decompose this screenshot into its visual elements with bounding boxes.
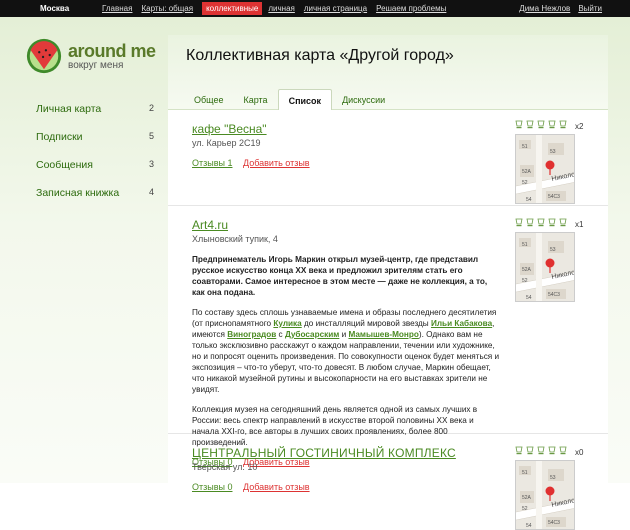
svg-text:53: 53 (550, 149, 556, 155)
svg-text:51: 51 (522, 144, 528, 150)
svg-text:52: 52 (522, 506, 528, 512)
page-title: Коллективная карта «Другой город» (186, 47, 454, 64)
list-item: ЦЕНТРАЛЬНЫЙ ГОСТИНИЧНЫЙ КОМПЛЕКС Тверска… (168, 434, 608, 530)
nav-link-solve-problems[interactable]: Решаем проблемы (376, 4, 446, 13)
add-review-link[interactable]: Добавить отзыв (243, 158, 310, 168)
rating-count: x2 (575, 121, 584, 131)
logo[interactable]: around me вокруг меня (25, 37, 156, 75)
sidebar-item-label: Личная карта (36, 103, 102, 115)
rating-cup-icon[interactable] (515, 446, 523, 455)
svg-text:52: 52 (522, 180, 528, 186)
reviews-link[interactable]: Отзывы 1 (192, 158, 232, 168)
svg-text:52A: 52A (522, 267, 532, 273)
rating-count: x0 (575, 447, 584, 457)
svg-text:54C3: 54C3 (548, 194, 560, 200)
rating-cup-icon[interactable] (537, 120, 545, 129)
tab-list[interactable]: Список (277, 89, 333, 110)
rating-cup-icon[interactable] (515, 120, 523, 129)
list-item: Art4.ru Хлыновский тупик, 4 Предпринемат… (168, 206, 608, 467)
artist-link[interactable]: Ильи Кабакова (431, 319, 492, 328)
top-navbar: Москва Главная Карты: общая коллективные… (0, 0, 630, 17)
tab-discussions[interactable]: Дискуссии (332, 89, 395, 110)
rating-count: x1 (575, 219, 584, 229)
sidebar-item-subscriptions[interactable]: Подписки 5 (36, 131, 154, 159)
logout-link[interactable]: Выйти (578, 4, 602, 13)
sidebar-item-label: Подписки (36, 131, 83, 143)
map-image: Николоям5152A525354 54C3 (516, 233, 574, 301)
svg-text:52: 52 (522, 278, 528, 284)
rating: x1 (515, 218, 591, 230)
main-panel: Коллективная карта «Другой город» Общее … (168, 35, 608, 530)
rating-cup-icon[interactable] (559, 218, 567, 227)
rating-cups (515, 446, 570, 458)
watermelon-logo-icon (26, 38, 62, 74)
rating-cup-icon[interactable] (526, 218, 534, 227)
svg-text:52A: 52A (522, 169, 532, 175)
rating-cup-icon[interactable] (526, 446, 534, 455)
rating-cup-icon[interactable] (559, 120, 567, 129)
rating-cup-icon[interactable] (559, 446, 567, 455)
sidebar-item-messages[interactable]: Сообщения 3 (36, 159, 154, 187)
nav-link-maps-common[interactable]: Карты: общая (141, 4, 193, 13)
rating-cup-icon[interactable] (526, 120, 534, 129)
sidebar-item-count: 2 (148, 103, 154, 113)
svg-text:54: 54 (526, 295, 532, 301)
rating-cup-icon[interactable] (548, 120, 556, 129)
description-intro: Предпринематель Игорь Маркин открыл музе… (192, 255, 488, 297)
place-description: Предпринематель Игорь Маркин открыл музе… (192, 254, 502, 448)
rating-cup-icon[interactable] (537, 218, 545, 227)
map-thumbnail[interactable]: Николоям 51 52A 52 53 54 54C3 (515, 134, 575, 204)
svg-text:53: 53 (550, 475, 556, 481)
user-name-link[interactable]: Дима Нежлов (519, 4, 570, 13)
svg-text:54C3: 54C3 (548, 292, 560, 298)
nav-link-personal[interactable]: личная (268, 4, 295, 13)
svg-text:52A: 52A (522, 495, 532, 501)
artist-link[interactable]: Дубосарским (285, 330, 339, 339)
artist-link[interactable]: Виноградов (227, 330, 276, 339)
sidebar-item-count: 5 (148, 131, 154, 141)
rating-cup-icon[interactable] (537, 446, 545, 455)
description-paragraph: По составу здесь сплошь узнаваемые имена… (192, 308, 500, 394)
rating-cup-icon[interactable] (515, 218, 523, 227)
svg-text:51: 51 (522, 242, 528, 248)
list-item: кафе "Весна" ул. Карьер 2С19 Отзывы 1 До… (168, 110, 608, 206)
nav-link-home[interactable]: Главная (102, 4, 132, 13)
rating: x2 (515, 120, 591, 132)
artist-link[interactable]: Мамышев-Монро (348, 330, 418, 339)
nav-link-personal-page[interactable]: личная страница (304, 4, 367, 13)
tabs: Общее Карта Список Дискуссии (184, 89, 395, 110)
map-thumbnail[interactable]: Николоям 51 52A 52 53 54 54C3 (515, 232, 575, 302)
tab-map[interactable]: Карта (233, 89, 277, 110)
rating-cup-icon[interactable] (548, 446, 556, 455)
svg-text:54C3: 54C3 (548, 520, 560, 526)
side-menu: Личная карта 2 Подписки 5 Сообщения 3 За… (36, 103, 154, 215)
rating-cups (515, 218, 570, 230)
city-label: Москва (40, 4, 70, 13)
svg-text:54: 54 (526, 523, 532, 529)
sidebar-item-label: Записная книжка (36, 187, 120, 199)
sidebar-item-notebook[interactable]: Записная книжка 4 (36, 187, 154, 215)
svg-text:54: 54 (526, 197, 532, 203)
reviews-link[interactable]: Отзывы 0 (192, 482, 232, 492)
svg-text:53: 53 (550, 247, 556, 253)
sidebar-item-count: 4 (148, 187, 154, 197)
map-image: Николоям5152A525354 54C3 (516, 135, 574, 203)
rating-cups (515, 120, 570, 132)
sidebar-item-label: Сообщения (36, 159, 93, 171)
sidebar: around me вокруг меня Личная карта 2 Под… (0, 17, 168, 483)
sidebar-item-count: 3 (148, 159, 154, 169)
logo-name: around me (68, 41, 156, 61)
rating: x0 (515, 446, 591, 458)
map-image: Николоям5152A525354 54C3 (516, 461, 574, 529)
map-thumbnail[interactable]: Николоям 51 52A 52 53 54 54C3 (515, 460, 575, 530)
tab-general[interactable]: Общее (184, 89, 233, 110)
svg-text:51: 51 (522, 470, 528, 476)
add-review-link[interactable]: Добавить отзыв (243, 482, 310, 492)
page-header: Коллективная карта «Другой город» Общее … (168, 35, 608, 110)
artist-link[interactable]: Кулика (273, 319, 301, 328)
places-list: кафе "Весна" ул. Карьер 2С19 Отзывы 1 До… (168, 110, 608, 530)
nav-link-collective[interactable]: коллективные (202, 2, 263, 15)
rating-cup-icon[interactable] (548, 218, 556, 227)
sidebar-item-personal-map[interactable]: Личная карта 2 (36, 103, 154, 131)
